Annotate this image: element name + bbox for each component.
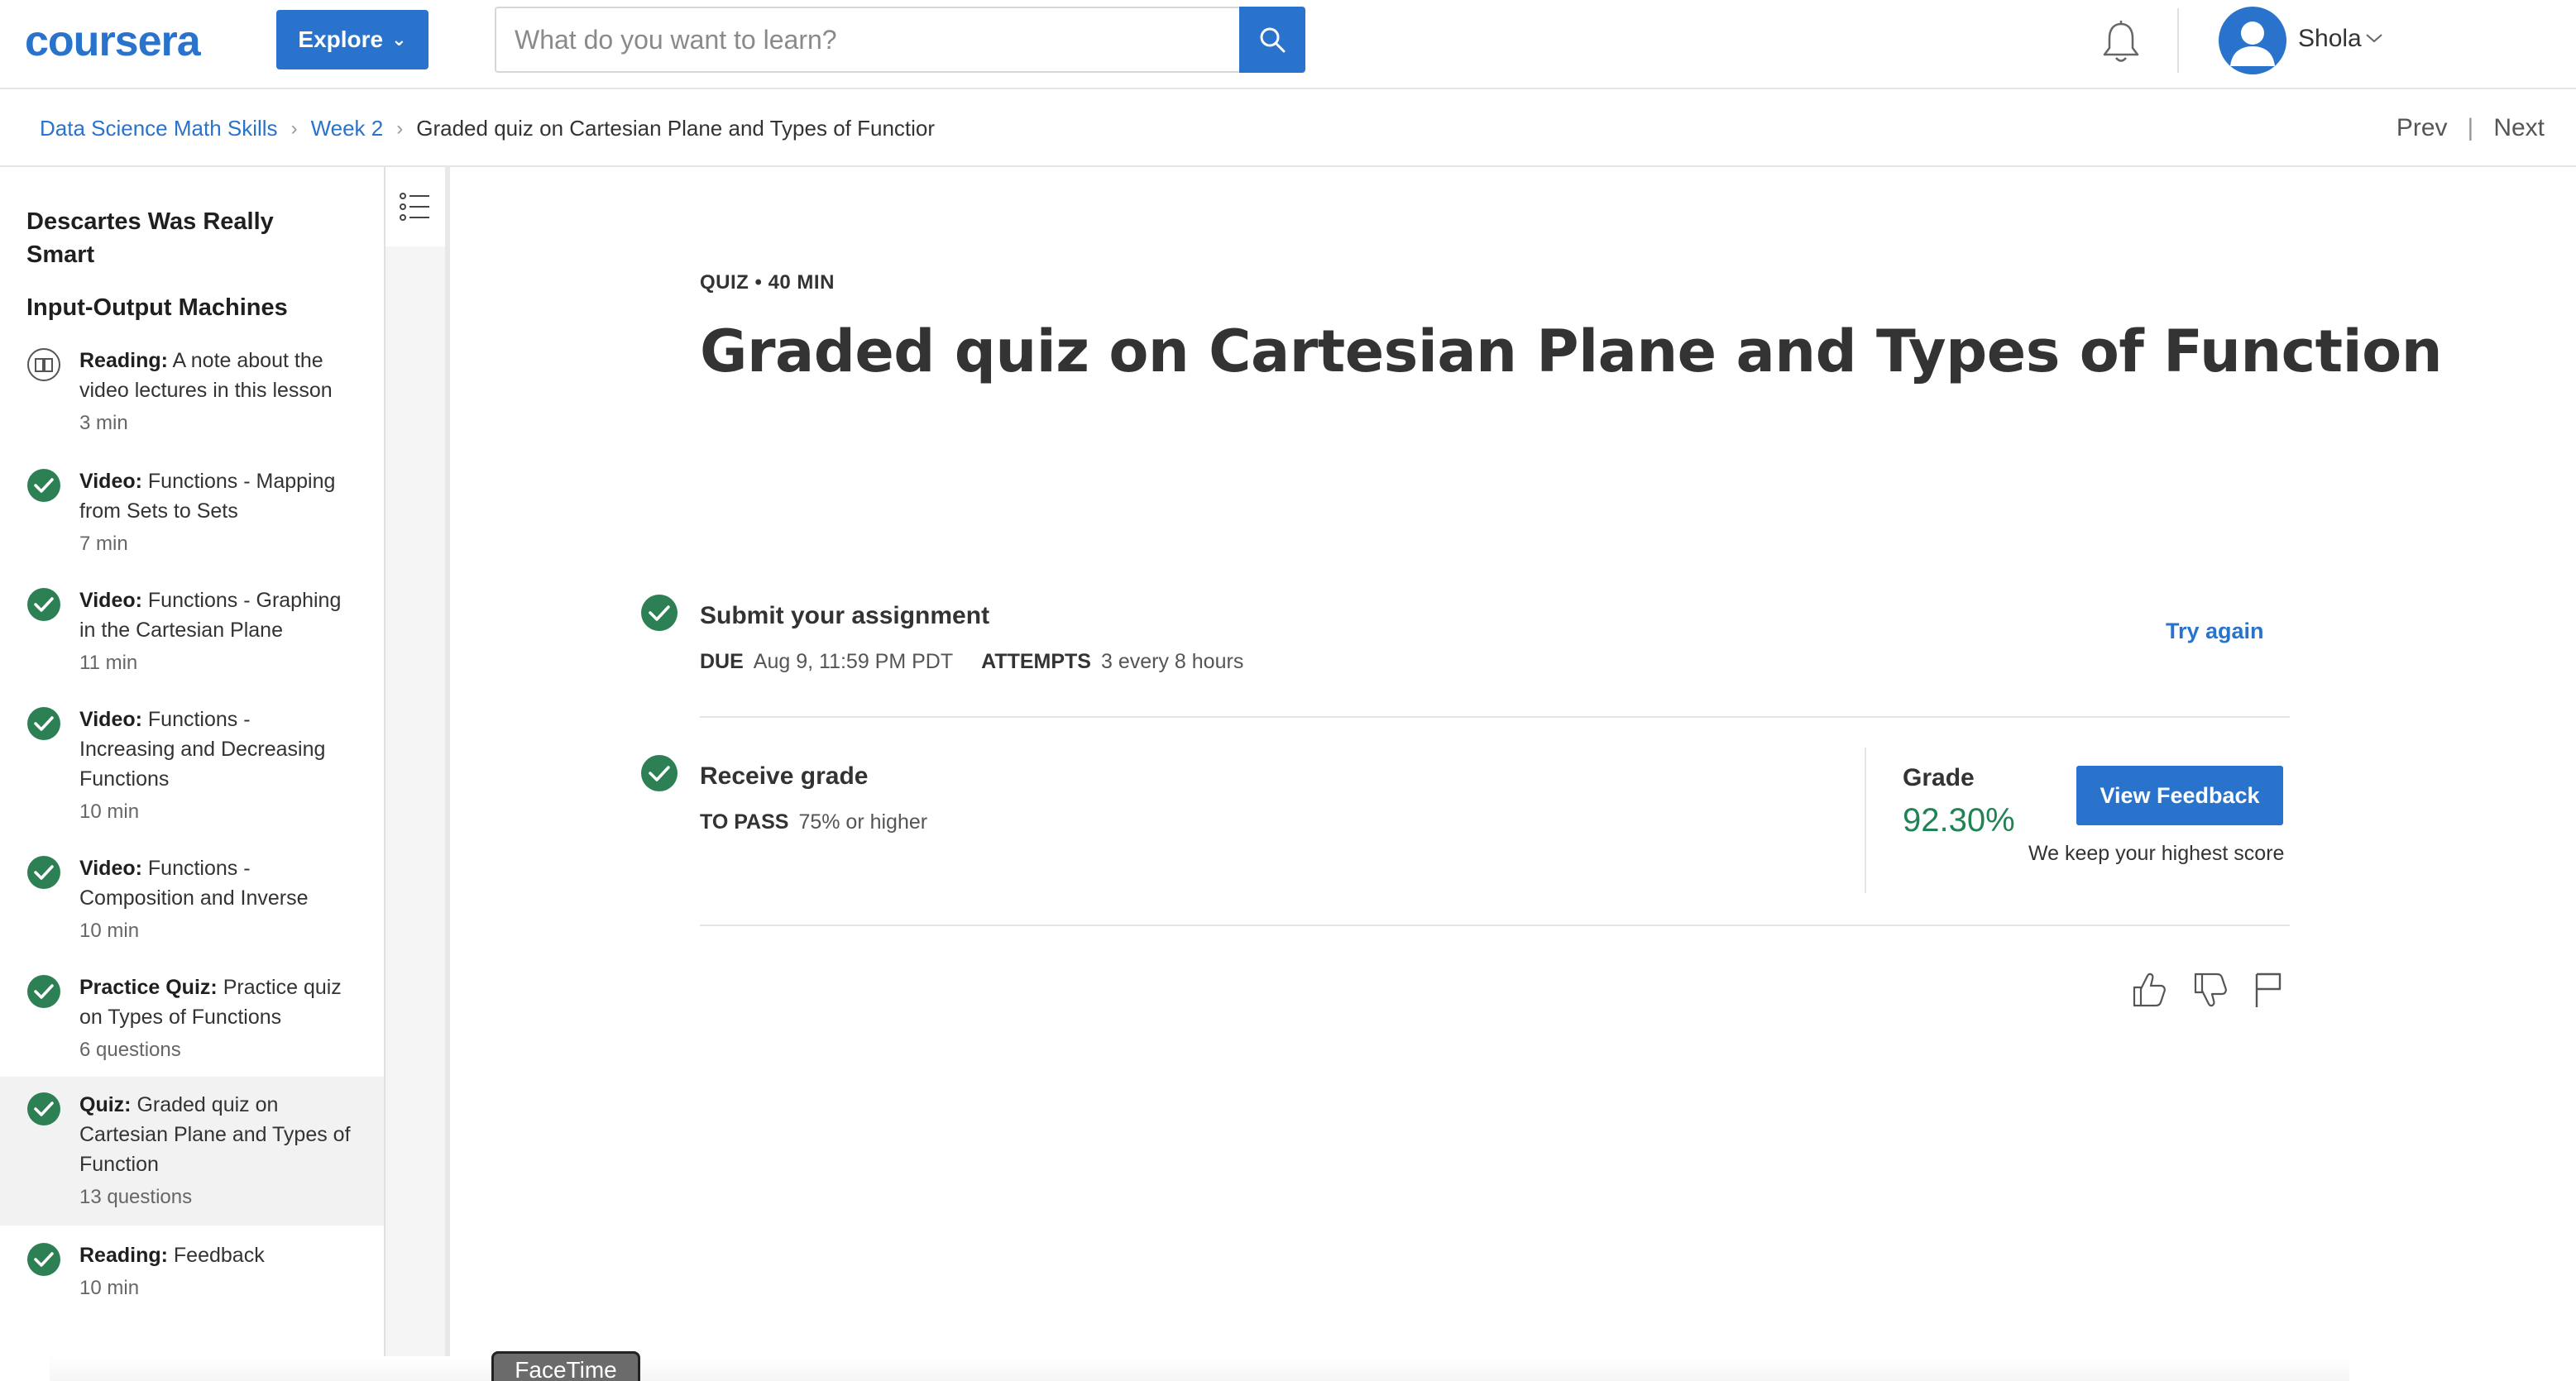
item-type: Video: xyxy=(79,708,142,731)
item-meta: 10 min xyxy=(79,800,140,823)
due-value: Aug 9, 11:59 PM PDT xyxy=(753,650,954,673)
header-divider xyxy=(2177,8,2179,73)
breadcrumb-course-link[interactable]: Data Science Math Skills xyxy=(40,116,278,141)
item-meta: 10 min xyxy=(79,920,140,942)
grade-label: Grade xyxy=(1903,764,1975,791)
thumbs-up-icon[interactable] xyxy=(2129,969,2167,1011)
completed-check-icon xyxy=(641,595,678,631)
item-meta: 6 questions xyxy=(79,1039,181,1061)
completed-check-icon xyxy=(27,975,60,1008)
coursera-logo[interactable]: coursera xyxy=(25,17,201,66)
section-divider xyxy=(700,716,2290,718)
item-type: Video: xyxy=(79,470,142,493)
submit-assignment-title: Submit your assignment xyxy=(700,602,990,629)
item-meta: 11 min xyxy=(79,652,138,674)
quiz-kicker: QUIZ • 40 MIN xyxy=(700,271,835,294)
search-input[interactable] xyxy=(515,24,1239,55)
bottom-shadow xyxy=(50,1356,2349,1381)
explore-label: Explore xyxy=(298,26,384,52)
breadcrumb-current: Graded quiz on Cartesian Plane and Types… xyxy=(416,116,936,141)
completed-check-icon xyxy=(27,707,60,740)
chevron-down-icon: ⌄ xyxy=(391,29,407,50)
item-type: Practice Quiz: xyxy=(79,976,218,999)
grade-value: 92.30% xyxy=(1903,802,2015,839)
completed-check-icon xyxy=(27,469,60,502)
sidebar-item-video[interactable]: Video: Functions - Increasing and Decrea… xyxy=(0,701,384,827)
lesson-heading[interactable]: Input-Output Machines xyxy=(26,291,288,324)
breadcrumb-bar: Data Science Math Skills › Week 2 › Grad… xyxy=(0,91,2576,167)
receive-grade-meta: TO PASS 75% or higher xyxy=(700,810,927,834)
item-meta: 3 min xyxy=(79,412,128,434)
thumbs-down-icon[interactable] xyxy=(2191,969,2229,1011)
completed-check-icon xyxy=(27,856,60,889)
outline-toggle-column xyxy=(385,167,450,1381)
page-title: Graded quiz on Cartesian Plane and Types… xyxy=(700,318,2443,385)
item-meta: 10 min xyxy=(79,1277,140,1299)
item-type: Video: xyxy=(79,589,142,612)
sidebar-item-video[interactable]: Video: Functions - Composition and Inver… xyxy=(0,850,384,946)
item-type: Reading: xyxy=(79,349,168,372)
completed-check-icon xyxy=(27,1092,60,1125)
prev-link[interactable]: Prev xyxy=(2396,114,2448,142)
person-icon xyxy=(2230,22,2275,66)
lesson-heading[interactable]: Descartes Was Really Smart xyxy=(26,205,341,271)
sidebar-item-reading[interactable]: Reading: A note about the video lectures… xyxy=(0,342,384,438)
search-button[interactable] xyxy=(1239,7,1305,73)
to-pass-value: 75% or higher xyxy=(798,810,928,834)
facetime-dock-tooltip: FaceTime xyxy=(491,1351,640,1381)
top-navigation-bar: coursera Explore ⌄ Shola xyxy=(0,0,2576,89)
explore-button[interactable]: Explore ⌄ xyxy=(276,10,429,69)
sidebar-item-video[interactable]: Video: Functions - Graphing in the Carte… xyxy=(0,582,384,678)
sidebar-item-reading[interactable]: Reading: Feedback 10 min xyxy=(0,1237,384,1303)
chevron-right-icon: › xyxy=(396,117,404,140)
nav-divider: | xyxy=(2467,114,2474,141)
attempts-value: 3 every 8 hours xyxy=(1101,650,1244,673)
user-avatar-icon[interactable] xyxy=(2219,7,2286,74)
section-divider xyxy=(700,925,2290,926)
prev-next-nav: Prev | Next xyxy=(2396,114,2545,142)
item-type: Video: xyxy=(79,857,142,880)
try-again-link[interactable]: Try again xyxy=(2166,619,2264,644)
item-type: Reading: xyxy=(79,1244,168,1267)
view-feedback-button[interactable]: View Feedback xyxy=(2076,766,2283,825)
completed-check-icon xyxy=(27,1243,60,1276)
completed-check-icon xyxy=(641,755,678,791)
item-title: Feedback xyxy=(173,1244,265,1267)
course-outline-sidebar: Descartes Was Really Smart Input-Output … xyxy=(0,167,385,1381)
grade-divider xyxy=(1865,748,1866,893)
sidebar-item-practice-quiz[interactable]: Practice Quiz: Practice quiz on Types of… xyxy=(0,969,384,1065)
breadcrumb-week-link[interactable]: Week 2 xyxy=(311,116,384,141)
search-icon xyxy=(1260,27,1286,53)
reading-icon xyxy=(27,348,60,381)
due-label: DUE xyxy=(700,650,744,673)
username[interactable]: Shola xyxy=(2298,25,2362,53)
sidebar-item-video[interactable]: Video: Functions - Mapping from Sets to … xyxy=(0,463,384,559)
item-meta: 13 questions xyxy=(79,1186,193,1208)
chevron-down-icon[interactable] xyxy=(2364,30,2384,46)
receive-grade-title: Receive grade xyxy=(700,762,869,790)
attempts-label: ATTEMPTS xyxy=(981,650,1091,673)
chevron-right-icon: › xyxy=(290,117,298,140)
submit-assignment-meta: DUE Aug 9, 11:59 PM PDT ATTEMPTS 3 every 8 … xyxy=(700,650,1243,674)
search-field[interactable] xyxy=(495,7,1239,73)
outline-toggle-button[interactable] xyxy=(385,167,445,246)
list-icon xyxy=(400,193,429,221)
item-meta: 7 min xyxy=(79,533,128,555)
item-type: Quiz: xyxy=(79,1093,132,1116)
next-link[interactable]: Next xyxy=(2493,114,2545,142)
sidebar-item-quiz-active[interactable]: Quiz: Graded quiz on Cartesian Plane and… xyxy=(0,1077,384,1226)
to-pass-label: TO PASS xyxy=(700,810,789,834)
highest-score-note: We keep your highest score xyxy=(2028,842,2285,865)
flag-icon[interactable] xyxy=(2248,969,2286,1011)
completed-check-icon xyxy=(27,588,60,621)
breadcrumb: Data Science Math Skills › Week 2 › Grad… xyxy=(40,116,935,141)
bell-icon[interactable] xyxy=(2101,20,2141,65)
